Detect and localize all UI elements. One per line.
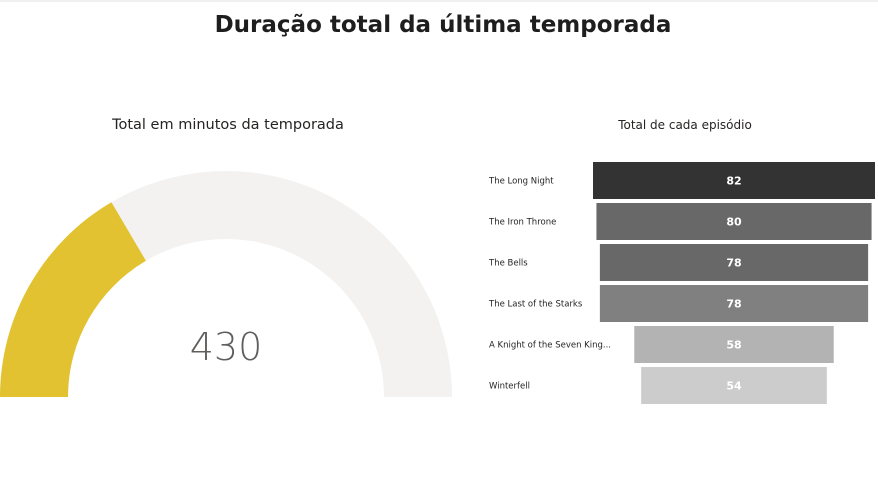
funnel-value-label: 58 — [726, 339, 741, 352]
funnel-category-label: A Knight of the Seven King... — [489, 341, 611, 351]
funnel-chart[interactable]: 82 The Long Night 80 The Iron Throne 78 The B… — [480, 158, 878, 408]
funnel-category-label: The Long Night — [488, 177, 554, 187]
page-title: Duração total da última temporada — [214, 12, 672, 38]
top-border — [0, 0, 878, 2]
funnel-value-label: 82 — [726, 175, 741, 188]
funnel-category-label: Winterfell — [489, 382, 530, 392]
funnel-category-label: The Iron Throne — [488, 218, 556, 228]
funnel-value-label: 78 — [726, 257, 741, 270]
funnel-value-label: 54 — [726, 380, 742, 393]
gauge-value: 430 — [190, 325, 263, 369]
funnel-category-label: The Bells — [488, 259, 528, 269]
funnel-category-label: The Last of the Starks — [488, 300, 583, 310]
gauge-title: Total em minutos da temporada — [112, 117, 344, 133]
gauge-fill[interactable] — [0, 202, 146, 397]
funnel-value-label: 78 — [726, 298, 741, 311]
funnel-value-label: 80 — [726, 216, 742, 229]
funnel-title: Total de cada episódio — [618, 118, 752, 132]
gauge-chart[interactable]: 430 — [0, 160, 460, 405]
